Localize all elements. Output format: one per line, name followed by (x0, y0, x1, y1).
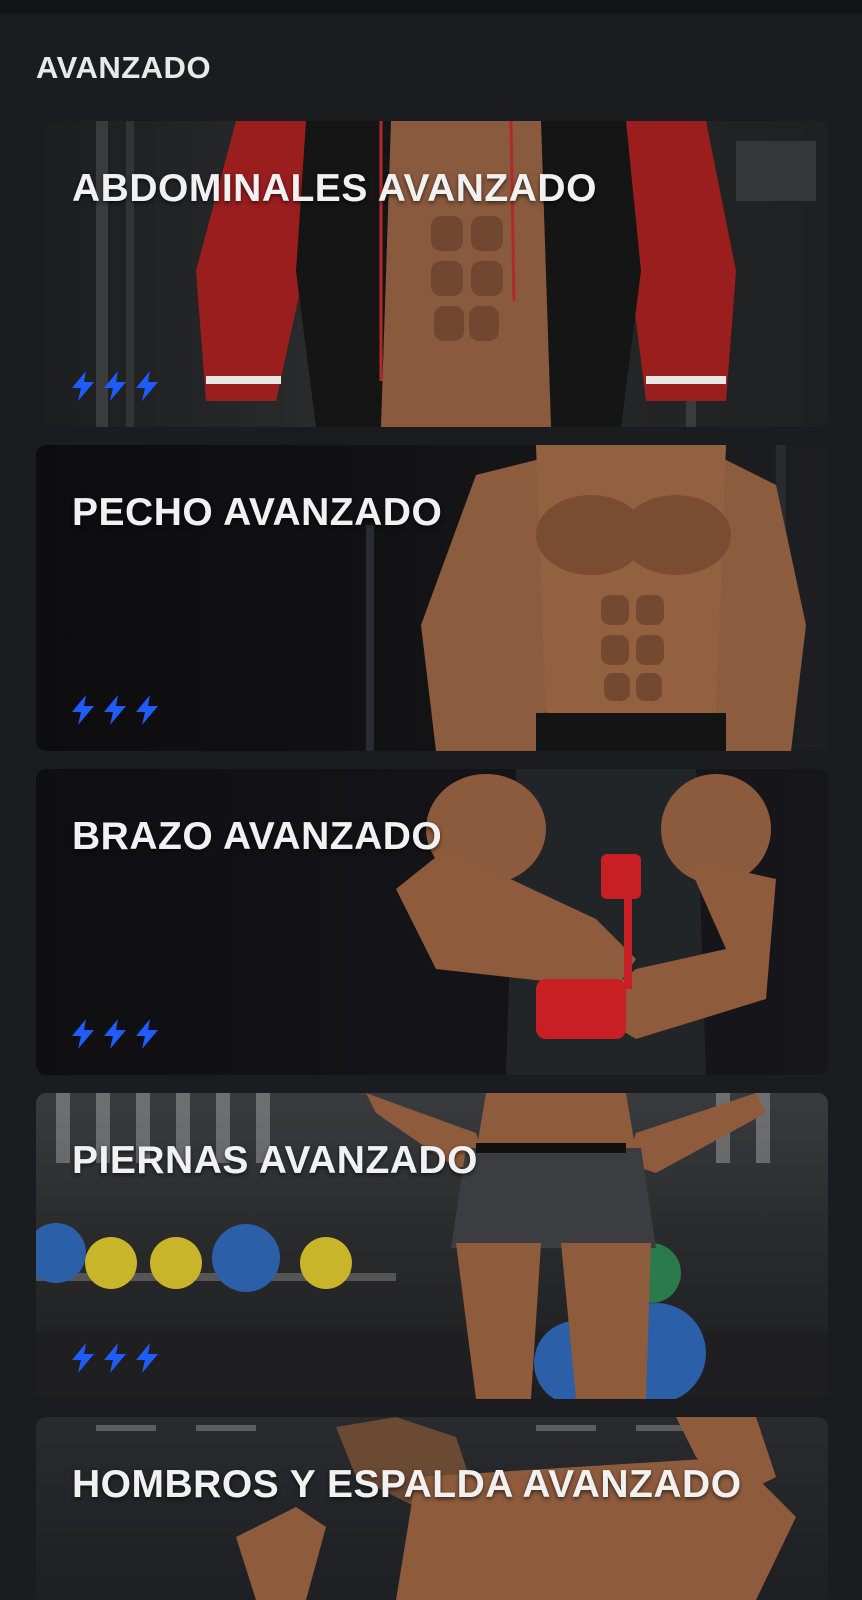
card-title: ABDOMINALES AVANZADO (72, 167, 597, 210)
workout-card-arm[interactable]: BRAZO AVANZADO (36, 769, 828, 1075)
card-title: HOMBROS Y ESPALDA AVANZADO (72, 1463, 742, 1506)
bolt-icon (102, 1019, 128, 1049)
workout-card-abs[interactable]: ABDOMINALES AVANZADO (36, 121, 828, 427)
workout-card-legs[interactable]: PIERNAS AVANZADO (36, 1093, 828, 1399)
status-bar (0, 0, 862, 14)
card-title: PECHO AVANZADO (72, 491, 443, 534)
workout-card-chest[interactable]: PECHO AVANZADO (36, 445, 828, 751)
bolt-icon (102, 695, 128, 725)
card-title: PIERNAS AVANZADO (72, 1139, 478, 1182)
bolt-icon (70, 695, 96, 725)
difficulty-indicator (70, 695, 160, 725)
bolt-icon (134, 1019, 160, 1049)
difficulty-indicator (70, 1019, 160, 1049)
section-title: AVANZADO (36, 50, 212, 85)
bolt-icon (134, 371, 160, 401)
card-title: BRAZO AVANZADO (72, 815, 443, 858)
bolt-icon (70, 1019, 96, 1049)
bolt-icon (70, 1343, 96, 1373)
bolt-icon (102, 1343, 128, 1373)
difficulty-indicator (70, 371, 160, 401)
bolt-icon (70, 371, 96, 401)
bolt-icon (102, 371, 128, 401)
bolt-icon (134, 695, 160, 725)
bolt-icon (134, 1343, 160, 1373)
card-image (96, 1417, 796, 1600)
difficulty-indicator (70, 1343, 160, 1373)
workout-card-shoulders-back[interactable]: HOMBROS Y ESPALDA AVANZADO (36, 1417, 828, 1600)
